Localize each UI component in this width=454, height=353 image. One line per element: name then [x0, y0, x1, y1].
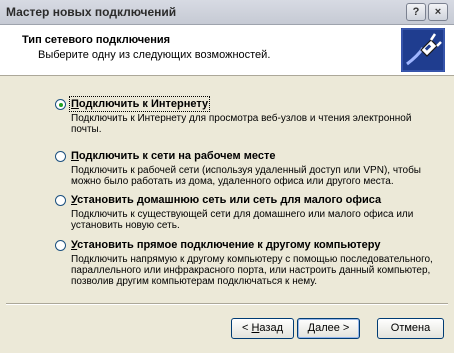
accel-key: П: [71, 150, 79, 162]
help-button[interactable]: ?: [406, 3, 426, 21]
option-direct-label[interactable]: Установить прямое подключение к другому …: [71, 239, 381, 251]
page-subtitle: Выберите одну из следующих возможностей.: [38, 49, 271, 61]
radio-home-network[interactable]: [55, 195, 66, 206]
network-connection-plug-icon: [401, 28, 445, 72]
button-label: алее >: [315, 322, 350, 334]
wizard-header: Тип сетевого подключения Выберите одну и…: [0, 25, 454, 76]
title-bar[interactable]: Мастер новых подключений ? ×: [0, 0, 454, 25]
radio-direct[interactable]: [55, 240, 66, 251]
option-workplace-description: Подключить к рабочей сети (используя уда…: [71, 165, 421, 187]
option-home-network-description: Подключить к существующей сети для домаш…: [71, 209, 414, 231]
option-internet-description: Подключить к Интернету для просмотра веб…: [71, 113, 412, 135]
label-text: одключить к Интернету: [78, 98, 209, 110]
wizard-window: Мастер новых подключений ? × Тип сетевог…: [0, 0, 454, 353]
button-label: азад: [259, 322, 283, 334]
close-button[interactable]: ×: [428, 3, 448, 21]
label-text: становить прямое подключение к другому к…: [77, 239, 381, 251]
option-home-network-label[interactable]: Установить домашнюю сеть или сеть для ма…: [71, 194, 381, 206]
accel-key: П: [71, 98, 79, 110]
option-workplace-label[interactable]: Подключить к сети на рабочем месте: [71, 150, 275, 162]
radio-internet[interactable]: [55, 99, 66, 110]
radio-workplace[interactable]: [55, 151, 66, 162]
cancel-button[interactable]: Отмена: [377, 318, 444, 339]
accel-key: Д: [307, 322, 316, 334]
page-title: Тип сетевого подключения: [22, 34, 171, 46]
window-title: Мастер новых подключений: [6, 5, 177, 19]
back-button[interactable]: < Назад: [231, 318, 294, 339]
label-text: становить домашнюю сеть или сеть для мал…: [77, 194, 382, 206]
option-internet-label[interactable]: Подключить к Интернету: [68, 96, 211, 112]
separator: [6, 303, 448, 305]
next-button[interactable]: Далее >: [297, 318, 360, 339]
option-direct-description: Подключить напрямую к другому компьютеру…: [71, 254, 433, 287]
label-text: одключить к сети на рабочем месте: [78, 150, 276, 162]
